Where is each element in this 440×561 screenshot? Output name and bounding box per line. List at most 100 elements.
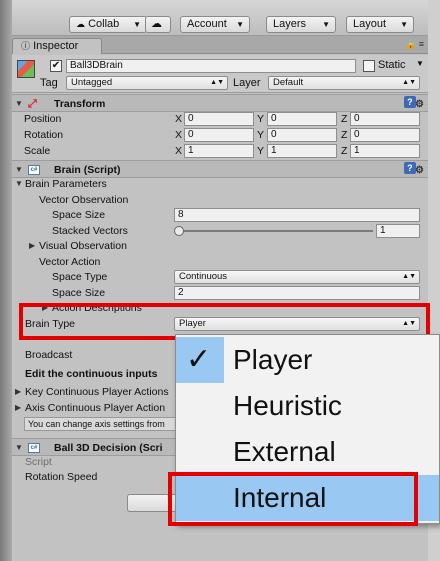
key-actions-label: Key Continuous Player Actions: [25, 386, 169, 398]
tab-menu-icons[interactable]: 🔒 ≡: [405, 39, 424, 50]
axis-z-label[interactable]: Z: [341, 111, 347, 127]
position-y-field[interactable]: 0: [267, 112, 337, 126]
info-icon: ⓘ: [21, 41, 31, 51]
vector-action-label: Vector Action: [39, 256, 101, 268]
stacked-vectors-slider-track[interactable]: [178, 230, 373, 232]
chevron-down-icon[interactable]: ▼: [416, 59, 424, 68]
internal-option-highlight: [168, 472, 418, 526]
axis-actions-label: Axis Continuous Player Action: [25, 402, 166, 414]
rotation-z-field[interactable]: 0: [350, 128, 420, 142]
fold-right-icon[interactable]: ▶: [29, 238, 35, 254]
help-icon[interactable]: ?: [403, 162, 416, 174]
menu-option-heuristic[interactable]: Heuristic: [176, 383, 439, 429]
visual-observation-row[interactable]: ▶ Visual Observation: [12, 238, 428, 254]
collab-icon: ☁: [76, 19, 85, 29]
object-name-field[interactable]: Ball3DBrain: [66, 59, 356, 73]
rotation-x-field[interactable]: 0: [184, 128, 254, 142]
active-checkbox[interactable]: ✔: [50, 60, 62, 72]
action-space-size-row: Space Size 2: [12, 285, 428, 301]
chevron-down-icon: ▲▼: [210, 79, 224, 86]
vector-observation-label: Vector Observation: [39, 194, 129, 206]
gear-icon[interactable]: ⚙: [415, 99, 424, 110]
vector-observation-row: Vector Observation: [12, 192, 428, 208]
axis-z-label[interactable]: Z: [341, 143, 347, 159]
cloud-icon: ☁: [151, 18, 162, 30]
collab-button[interactable]: ☁ Collab ▼: [69, 16, 147, 33]
action-space-size-field[interactable]: 2: [174, 286, 420, 300]
position-z-field[interactable]: 0: [350, 112, 420, 126]
static-checkbox[interactable]: [363, 60, 375, 72]
brain-parameters-row[interactable]: ▼ Brain Parameters: [12, 176, 428, 192]
static-label: Static: [378, 59, 406, 71]
account-dropdown[interactable]: Account ▼: [180, 16, 250, 33]
tab-label: Inspector: [33, 40, 79, 52]
rotation-speed-label: Rotation Speed: [25, 471, 98, 483]
space-type-row: Space Type Continuous ▲▼: [12, 269, 428, 285]
broadcast-label: Broadcast: [25, 349, 73, 361]
option-label: External: [233, 436, 336, 467]
lock-icon[interactable]: 🔒: [405, 39, 416, 49]
axis-z-label[interactable]: Z: [341, 127, 347, 143]
rotation-row: Rotation X 0 Y 0 Z 0: [12, 127, 428, 143]
fold-down-icon[interactable]: ▼: [15, 176, 23, 192]
rotation-label: Rotation: [24, 129, 64, 141]
edit-inputs-label: Edit the continuous inputs: [25, 368, 158, 380]
gear-icon[interactable]: ⚙: [415, 165, 424, 176]
checkmark-icon: ✓: [176, 337, 224, 383]
layers-label: Layers: [273, 18, 307, 30]
action-space-size-label: Space Size: [52, 287, 106, 299]
stacked-vectors-slider-handle[interactable]: [174, 226, 184, 236]
space-size-field[interactable]: 8: [174, 208, 420, 222]
space-type-label: Space Type: [52, 271, 108, 283]
tab-row: ⓘ Inspector 🔒 ≡: [12, 36, 428, 54]
brain-parameters-label: Brain Parameters: [25, 178, 107, 190]
fold-right-icon[interactable]: ▶: [15, 400, 21, 416]
menu-option-player[interactable]: ✓ Player: [176, 337, 439, 383]
axis-x-label[interactable]: X: [175, 111, 182, 127]
option-label: Player: [233, 344, 313, 375]
help-icon[interactable]: ?: [403, 96, 416, 108]
vector-action-row: Vector Action: [12, 254, 428, 270]
menu-option-external[interactable]: External: [176, 429, 439, 475]
layers-dropdown[interactable]: Layers ▼: [266, 16, 336, 33]
scale-z-field[interactable]: 1: [350, 144, 420, 158]
visual-observation-label: Visual Observation: [39, 240, 127, 252]
layer-label: Layer: [233, 77, 261, 89]
scale-y-field[interactable]: 1: [267, 144, 337, 158]
fold-right-icon[interactable]: ▶: [15, 384, 21, 400]
layer-dropdown[interactable]: Default ▲▼: [268, 76, 420, 90]
cube-icon: [17, 60, 35, 78]
cloud-button[interactable]: ☁: [145, 16, 171, 33]
chevron-down-icon: ▼: [400, 20, 408, 29]
script-icon: c#: [28, 443, 40, 453]
chevron-down-icon: ▼: [322, 20, 330, 29]
axis-y-label[interactable]: Y: [257, 143, 264, 159]
axis-y-label[interactable]: Y: [257, 127, 264, 143]
tab-inspector[interactable]: ⓘ Inspector: [12, 38, 102, 54]
space-type-dropdown[interactable]: Continuous ▲▼: [174, 270, 420, 284]
rotation-y-field[interactable]: 0: [267, 128, 337, 142]
axis-x-label[interactable]: X: [175, 143, 182, 159]
tag-label: Tag: [40, 77, 58, 89]
layout-dropdown[interactable]: Layout ▼: [346, 16, 414, 33]
tag-value: Untagged: [71, 77, 113, 88]
scale-label: Scale: [24, 145, 51, 157]
tag-dropdown[interactable]: Untagged ▲▼: [66, 76, 228, 90]
top-toolbar: ☁ Collab ▼ ☁ Account ▼ Layers ▼ Layout ▼: [12, 0, 428, 36]
transform-header[interactable]: ▼ ⤢ Transform ? ⇄ ⚙: [12, 94, 428, 112]
script-icon: c#: [28, 165, 40, 175]
stacked-vectors-field[interactable]: 1: [376, 224, 420, 238]
position-x-field[interactable]: 0: [184, 112, 254, 126]
object-header: ✔ Ball3DBrain Static ▼ Tag Untagged ▲▼ L…: [12, 55, 428, 93]
axis-x-label[interactable]: X: [175, 127, 182, 143]
chevron-down-icon: ▲▼: [402, 273, 416, 280]
menu-icon[interactable]: ≡: [419, 39, 424, 49]
scale-x-field[interactable]: 1: [184, 144, 254, 158]
scale-row: Scale X 1 Y 1 Z 1: [12, 143, 428, 159]
axis-y-label[interactable]: Y: [257, 111, 264, 127]
space-size-label: Space Size: [52, 209, 106, 221]
chevron-down-icon: ▼: [236, 20, 244, 29]
decision-script-label: Script: [25, 456, 52, 468]
scene-view-edge: [0, 0, 12, 561]
collab-label: Collab: [88, 18, 120, 30]
